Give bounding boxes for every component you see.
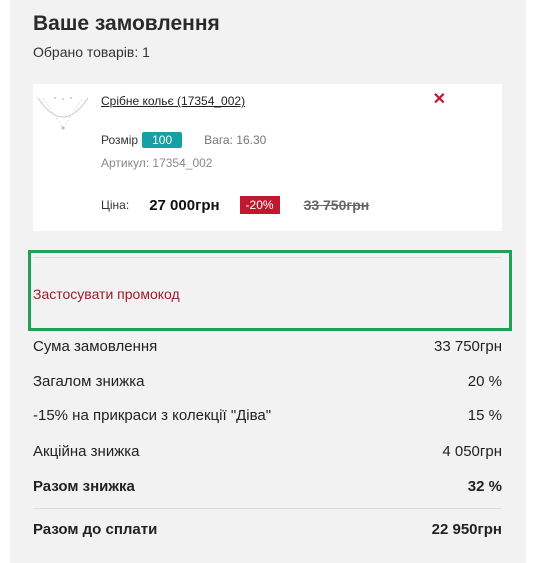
- summary-value: 20 %: [467, 373, 502, 390]
- summary-value: 33 750грн: [434, 338, 502, 355]
- size-label: Розмір: [101, 133, 139, 147]
- size-row: Розмір 100 Вага: 16.30: [101, 132, 266, 148]
- price-current: 27 000грн: [149, 196, 220, 214]
- summary-row-total-discount: Загалом знижка 20 %: [33, 373, 502, 390]
- divider-bottom: [33, 508, 502, 509]
- price-label: Ціна:: [101, 198, 130, 212]
- remove-item-close-icon[interactable]: ✕: [433, 92, 446, 108]
- summary-row-order-sum: Сума замовлення 33 750грн: [33, 338, 502, 355]
- summary-row-promo-discount: Акційна знижка 4 050грн: [33, 443, 502, 460]
- size-badge[interactable]: 100: [142, 132, 183, 148]
- summary-value: 32 %: [467, 478, 502, 495]
- price-row: Ціна: 27 000грн -20% 33 750грн: [101, 196, 369, 214]
- summary-label: Загалом знижка: [33, 373, 145, 390]
- necklace-thumbnail[interactable]: [35, 90, 91, 146]
- promo-highlight-box: [28, 250, 512, 331]
- summary-value: 22 950грн: [431, 521, 502, 538]
- price-old: 33 750грн: [303, 197, 370, 213]
- order-summary-panel: Ваше замовлення Обрано товарів: 1 Срібне…: [10, 0, 526, 563]
- summary-value: 15 %: [467, 407, 502, 424]
- discount-badge: -20%: [239, 196, 280, 214]
- selected-items-count: Обрано товарів: 1: [33, 44, 150, 60]
- order-title: Ваше замовлення: [33, 12, 220, 35]
- summary-label: Разом до сплати: [33, 521, 158, 538]
- summary-label: Разом знижка: [33, 478, 135, 495]
- summary-row-grand-total: Разом до сплати 22 950грн: [33, 521, 502, 538]
- summary-label: -15% на прикраси з колекції "Діва": [33, 407, 272, 424]
- summary-row-discount-total: Разом знижка 32 %: [33, 478, 502, 495]
- product-name-link[interactable]: Срібне кольє (17354_002): [101, 94, 245, 108]
- summary-value: 4 050грн: [442, 443, 502, 460]
- summary-row-collection-discount: -15% на прикраси з колекції "Діва" 15 %: [33, 407, 502, 424]
- summary-label: Сума замовлення: [33, 338, 158, 355]
- article-text: Артикул: 17354_002: [101, 156, 213, 170]
- product-card: Срібне кольє (17354_002) ✕ Розмір 100 Ва…: [33, 84, 502, 231]
- summary-label: Акційна знижка: [33, 443, 140, 460]
- weight-text: Вага: 16.30: [204, 133, 267, 147]
